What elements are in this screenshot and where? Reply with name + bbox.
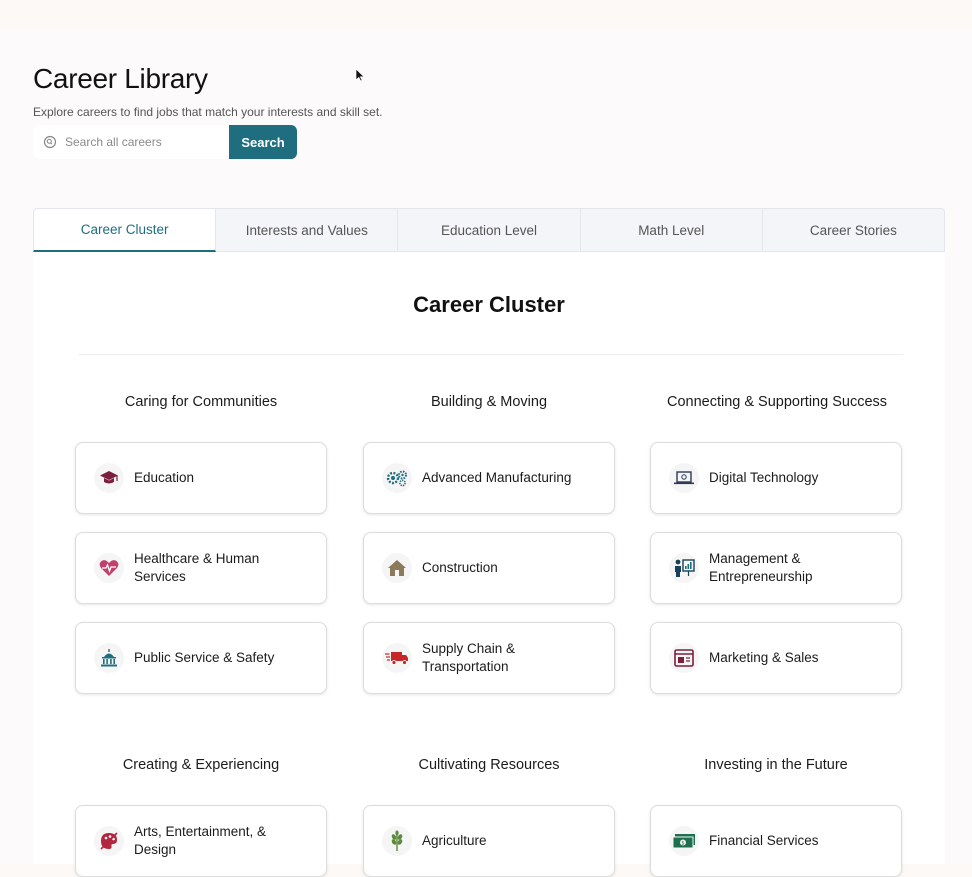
laptop-icon [669,463,699,493]
search-icon [43,135,57,149]
money-bill-icon: $ [669,826,699,856]
cluster-card-arts-entertainment-and-design[interactable]: Arts, Entertainment, & Design [75,805,327,877]
group-title-connecting-and-supporting-success: Connecting & Supporting Success [666,394,888,410]
tab-career-cluster[interactable]: Career Cluster [33,208,217,252]
page-subtitle: Explore careers to find jobs that match … [33,105,383,119]
tab-career-stories[interactable]: Career Stories [762,208,946,252]
search-input[interactable] [65,135,215,149]
cluster-card-marketing-and-sales[interactable]: Marketing & Sales [650,622,902,694]
page-title: Career Library [33,63,208,94]
house-icon [382,553,412,583]
cluster-card-label: Public Service & Safety [134,650,275,665]
divider [79,354,903,355]
search-bar: Search [33,125,297,159]
cluster-card-label: Agriculture [422,833,487,848]
cluster-card-healthcare-and-human-services[interactable]: Healthcare & Human Services [75,532,327,604]
tab-education-level[interactable]: Education Level [398,208,581,252]
graduation-cap-icon [94,463,124,493]
group-title-building-and-moving: Building & Moving [430,394,548,410]
delivery-truck-icon [382,643,412,673]
presenter-board-icon [669,553,699,583]
tab-math-level[interactable]: Math Level [580,208,763,252]
filter-tabs: Career Cluster Interests and Values Educ… [33,208,946,252]
cluster-card-label: Construction [422,560,498,575]
cluster-card-advanced-manufacturing[interactable]: Advanced Manufacturing [363,442,615,514]
panel-title: Career Cluster [413,292,565,317]
cluster-card-digital-technology[interactable]: Digital Technology [650,442,902,514]
svg-text:$: $ [681,841,684,847]
career-cluster-panel: Career Cluster Caring for Communities Bu… [33,252,945,877]
cluster-card-management-and-entrepreneurship[interactable]: Management & Entrepreneurship [650,532,902,604]
group-title-investing-in-the-future: Investing in the Future [704,757,848,773]
heart-pulse-icon [94,553,124,583]
gears-icon [382,463,412,493]
cluster-card-agriculture[interactable]: Agriculture [363,805,615,877]
capitol-building-icon [94,643,124,673]
mouse-pointer-icon [355,68,365,82]
group-title-creating-and-experiencing: Creating & Experiencing [122,757,280,773]
search-box[interactable] [33,125,229,159]
palette-icon [94,826,124,856]
cluster-card-supply-chain-and-transportation[interactable]: Supply Chain & Transportation [363,622,615,694]
cluster-card-education[interactable]: Education [75,442,327,514]
cluster-card-financial-services[interactable]: $ Financial Services [650,805,902,877]
tab-interests-and-values[interactable]: Interests and Values [216,208,399,252]
cluster-card-construction[interactable]: Construction [363,532,615,604]
group-title-caring-for-communities: Caring for Communities [124,394,278,410]
cluster-card-label: Advanced Manufacturing [422,470,572,485]
cluster-card-label: Education [134,470,195,485]
cluster-card-label: Financial Services [709,833,819,848]
cluster-card-public-service-and-safety[interactable]: Public Service & Safety [75,622,327,694]
search-button[interactable]: Search [229,125,297,159]
wheat-icon [382,826,412,856]
cluster-card-label: Management & Entrepreneurship [709,551,813,584]
group-title-cultivating-resources: Cultivating Resources [418,757,560,773]
browser-window-icon [669,643,699,673]
cluster-card-label: Marketing & Sales [709,650,819,665]
cluster-card-label: Healthcare & Human Services [134,551,260,584]
cluster-card-label: Digital Technology [709,470,819,485]
cluster-card-label: Supply Chain & Transportation [422,641,516,674]
cluster-card-label: Arts, Entertainment, & Design [134,824,267,857]
